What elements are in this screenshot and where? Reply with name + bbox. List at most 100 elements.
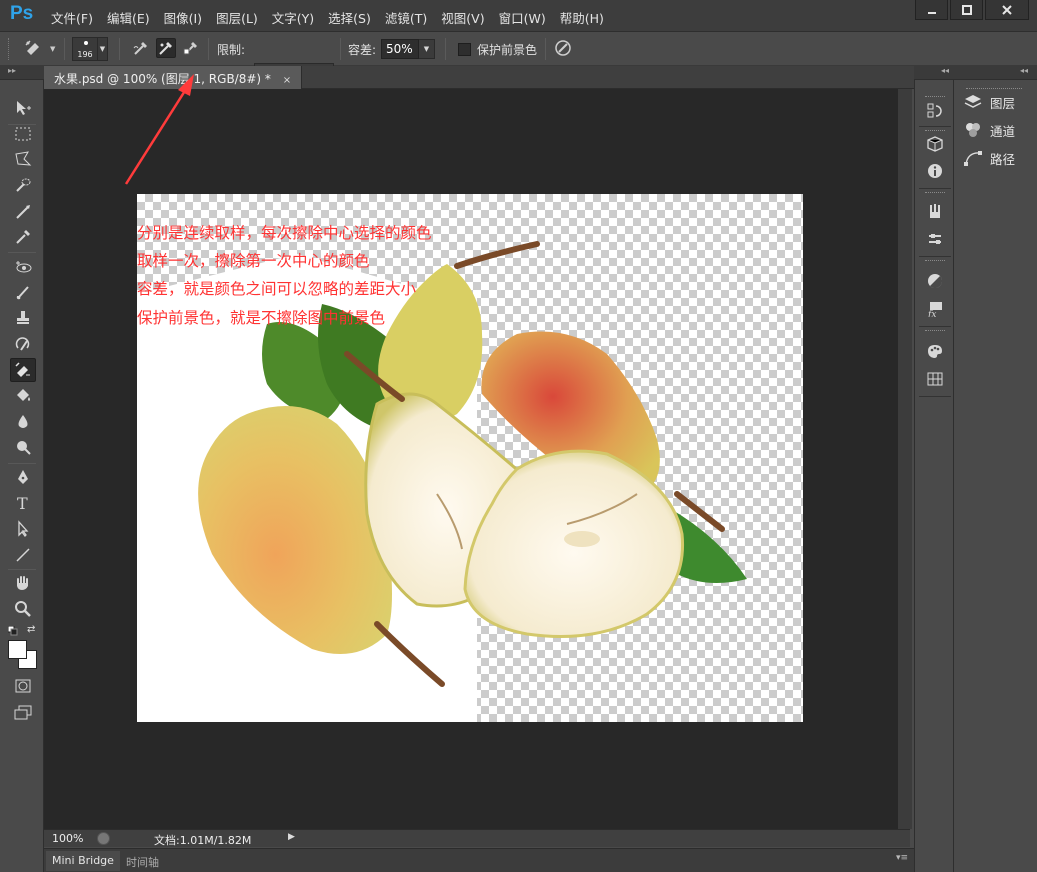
document-image[interactable]: 分别是连续取样，每次擦除中心选择的颜色 取样一次，擦除第一次中心的颜色 容差，就… <box>137 194 803 722</box>
quick-mask-tool[interactable] <box>10 674 36 698</box>
collapse-panels-icon[interactable]: ◂◂ <box>1020 66 1028 75</box>
strip-grip[interactable] <box>925 260 945 263</box>
menu-help[interactable]: 帮助(H) <box>553 8 611 27</box>
menu-window[interactable]: 窗口(W) <box>492 8 553 27</box>
move-tool[interactable] <box>10 96 36 120</box>
menu-filter[interactable]: 滤镜(T) <box>378 8 434 27</box>
tool-preset-arrow-icon[interactable]: ▼ <box>50 45 55 53</box>
tool-separator <box>8 252 36 253</box>
panel-paths[interactable]: 路径 <box>964 147 1015 169</box>
menu-type[interactable]: 文字(Y) <box>265 8 321 27</box>
strip-grip[interactable] <box>925 130 945 133</box>
strip-grip[interactable] <box>925 96 945 99</box>
svg-text:fx: fx <box>927 310 936 317</box>
menu-layer[interactable]: 图层(L) <box>209 8 265 27</box>
tablet-pressure-button[interactable] <box>553 38 573 58</box>
history-brush-tool[interactable] <box>10 332 36 356</box>
dodge-icon <box>17 441 31 455</box>
lasso-tool[interactable] <box>10 147 36 171</box>
panel-layers[interactable]: 图层 <box>964 91 1015 113</box>
history-brush-icon <box>15 337 30 351</box>
panel-icon-strip: fx <box>914 80 954 872</box>
pen-icon <box>18 470 28 484</box>
eyedropper-icon <box>16 230 30 244</box>
menu-view[interactable]: 视图(V) <box>434 8 491 27</box>
maximize-icon <box>961 4 972 15</box>
screen-mode-icon <box>14 705 32 720</box>
vertical-scrollbar[interactable] <box>898 89 912 829</box>
eyedropper-tool[interactable] <box>10 225 36 249</box>
marquee-tool[interactable] <box>10 122 36 146</box>
info-icon[interactable] <box>926 162 944 180</box>
sampling-continuous-button[interactable] <box>131 38 151 58</box>
menu-file[interactable]: 文件(F) <box>44 8 100 27</box>
tab-timeline[interactable]: 时间轴 <box>120 851 165 871</box>
options-grip[interactable] <box>8 38 11 60</box>
annotation-arrow <box>124 74 194 185</box>
quick-selection-tool[interactable] <box>10 173 36 197</box>
type-tool[interactable]: T <box>10 491 36 515</box>
clone-stamp-tool[interactable] <box>10 306 36 330</box>
tolerance-dropdown-arrow[interactable]: ▼ <box>419 39 435 59</box>
collapse-strip-icon[interactable]: ◂◂ <box>941 66 949 75</box>
tab-close-icon[interactable]: × <box>283 75 291 86</box>
path-selection-tool[interactable] <box>10 517 36 541</box>
brush-tool[interactable] <box>10 281 36 305</box>
blur-tool[interactable] <box>10 410 36 434</box>
screen-mode-tool[interactable] <box>10 701 36 725</box>
spot-healing-tool[interactable] <box>10 255 36 279</box>
svg-text:T: T <box>17 494 28 512</box>
status-menu-icon[interactable] <box>97 832 110 845</box>
tab-mini-bridge[interactable]: Mini Bridge <box>46 851 120 871</box>
protect-foreground-checkbox[interactable] <box>458 43 471 56</box>
history-icon[interactable] <box>926 102 944 120</box>
options-bar: ▼ 196 ▼ 限制: 连续 ▲▼ 容差: 50% ▼ 保护前景色 <box>0 32 1037 83</box>
sampling-once-button[interactable] <box>156 38 176 58</box>
annotation-line-2: 取样一次，擦除第一次中心的颜色 <box>137 252 370 270</box>
brush-picker[interactable]: 196 <box>72 37 98 61</box>
swatches-icon[interactable] <box>926 370 944 388</box>
window-controls <box>913 0 1029 20</box>
close-icon <box>1002 4 1012 15</box>
styles-fx-icon[interactable]: fx <box>926 300 944 318</box>
strip-grip[interactable] <box>925 192 945 195</box>
strip-separator <box>919 326 951 327</box>
sampling-background-button[interactable] <box>181 38 201 58</box>
tools-collapse-bar[interactable]: ▸▸ <box>0 66 44 80</box>
menu-edit[interactable]: 编辑(E) <box>100 8 157 27</box>
crop-tool[interactable] <box>10 200 36 224</box>
tool-presets-icon[interactable] <box>926 230 944 248</box>
maximize-button[interactable] <box>950 0 983 20</box>
strip-grip[interactable] <box>925 330 945 333</box>
hand-tool[interactable] <box>10 571 36 595</box>
paint-bucket-tool[interactable] <box>10 384 36 408</box>
foreground-color-swatch[interactable] <box>8 640 27 659</box>
pen-tool[interactable] <box>10 465 36 489</box>
background-eraser-tool-icon[interactable] <box>24 38 44 58</box>
color-palette-icon[interactable] <box>926 342 944 360</box>
strip-separator <box>919 126 951 127</box>
default-colors-icon[interactable] <box>7 625 18 639</box>
minimize-button[interactable] <box>915 0 948 20</box>
panel-menu-icon[interactable]: ▾≡ <box>896 853 908 863</box>
layers-icon <box>964 93 982 111</box>
zoom-tool[interactable] <box>10 597 36 621</box>
close-window-button[interactable] <box>985 0 1029 20</box>
menu-select[interactable]: 选择(S) <box>321 8 378 27</box>
dodge-tool[interactable] <box>10 436 36 460</box>
brush-dropdown-arrow[interactable]: ▼ <box>98 37 108 61</box>
tolerance-input[interactable]: 50% <box>381 39 419 59</box>
status-arrow-icon[interactable]: ▶ <box>288 832 300 845</box>
3d-cube-icon[interactable] <box>926 135 944 153</box>
menu-image[interactable]: 图像(I) <box>157 8 209 27</box>
swap-colors-icon[interactable]: ⇄ <box>27 624 35 635</box>
adjustments-icon[interactable] <box>926 272 944 290</box>
type-icon: T <box>17 494 28 512</box>
line-tool[interactable] <box>10 543 36 567</box>
eraser-tool[interactable] <box>10 358 36 382</box>
paint-bucket-icon <box>17 389 30 401</box>
polygonal-lasso-icon <box>15 151 32 166</box>
panel-channels[interactable]: 通道 <box>964 119 1015 141</box>
zoom-level[interactable]: 100% <box>52 832 83 845</box>
brush-presets-icon[interactable] <box>926 202 944 220</box>
